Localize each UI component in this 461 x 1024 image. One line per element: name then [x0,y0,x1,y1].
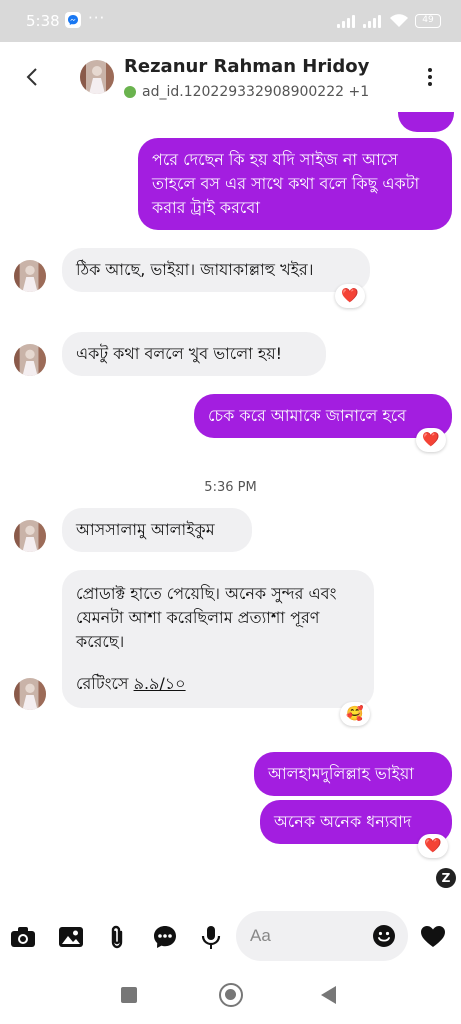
reaction-smiling-hearts[interactable]: 🥰 [340,702,370,726]
reaction-heart[interactable]: ❤️ [416,428,446,452]
avatar[interactable] [14,260,46,292]
wifi-icon [390,14,408,27]
online-status-dot [124,86,136,98]
messenger-notification-icon [65,12,81,28]
seen-receipt-badge: Z [436,868,456,888]
chat-header: Rezanur Rahman Hridoy ad_id.120229332908… [0,42,461,112]
heart-icon[interactable] [420,924,446,950]
recent-apps-button[interactable] [121,987,137,1003]
message-input[interactable] [250,924,360,948]
reaction-heart[interactable]: ❤️ [335,284,365,308]
back-button[interactable] [321,986,336,1004]
time-separator: 5:36 PM [204,480,257,495]
battery-icon: 49 [415,13,441,28]
message-out[interactable]: চেক করে আমাকে জানালে হবে [194,394,452,438]
rating-label: রেটিংসে [76,674,134,693]
microphone-icon[interactable] [198,924,224,950]
message-input-container [236,911,408,961]
message-out-truncated[interactable] [398,112,454,132]
message-out[interactable]: আলহামদুলিল্লাহ ভাইয়া [254,752,452,796]
avatar[interactable] [80,60,114,94]
more-vertical-icon[interactable] [427,68,433,90]
chevron-left-icon[interactable] [20,64,46,90]
ad-id-label: ad_id.120229332908900222 +1 [142,84,370,100]
message-in[interactable]: ঠিক আছে, ভাইয়া। জাযাকাল্লাহু খইর। [62,248,370,292]
reaction-heart[interactable]: ❤️ [418,834,448,858]
paperclip-icon[interactable] [104,924,130,950]
system-nav-bar [0,972,461,1024]
signal-icon-2 [363,14,383,28]
camera-icon[interactable] [10,924,36,950]
status-time: 5:38 [26,12,60,30]
contact-name[interactable]: Rezanur Rahman Hridoy [124,56,369,77]
avatar[interactable] [14,520,46,552]
signal-icon [337,14,357,28]
rating-value: ৯.৯/১০ [133,674,186,693]
status-more-dots: ··· [88,9,106,27]
message-composer [0,900,461,972]
status-bar: 5:38 ··· 49 [0,0,461,42]
avatar[interactable] [14,344,46,376]
home-button[interactable] [219,983,243,1007]
message-list: পরে দেছেন কি হয় যদি সাইজ না আসে তাহলে ব… [0,112,461,892]
message-in[interactable]: একটু কথা বললে খুব ভালো হয়! [62,332,326,376]
status-right-icons: 49 [337,13,441,28]
message-out[interactable]: পরে দেছেন কি হয় যদি সাইজ না আসে তাহলে ব… [138,138,452,230]
image-icon[interactable] [58,924,84,950]
contact-subtitle: ad_id.120229332908900222 +1 [124,84,369,100]
message-paragraph: রেটিংসে ৯.৯/১০ [76,672,360,696]
message-in-multiline[interactable]: প্রোডাক্ট হাতে পেয়েছি। অনেক সুন্দর এবং … [62,570,374,708]
avatar[interactable] [14,678,46,710]
message-paragraph: প্রোডাক্ট হাতে পেয়েছি। অনেক সুন্দর এবং … [76,584,337,651]
message-in[interactable]: আসসালামু আলাইকুম [62,508,252,552]
emoji-icon[interactable] [372,924,396,948]
chat-bubble-icon[interactable] [152,924,178,950]
